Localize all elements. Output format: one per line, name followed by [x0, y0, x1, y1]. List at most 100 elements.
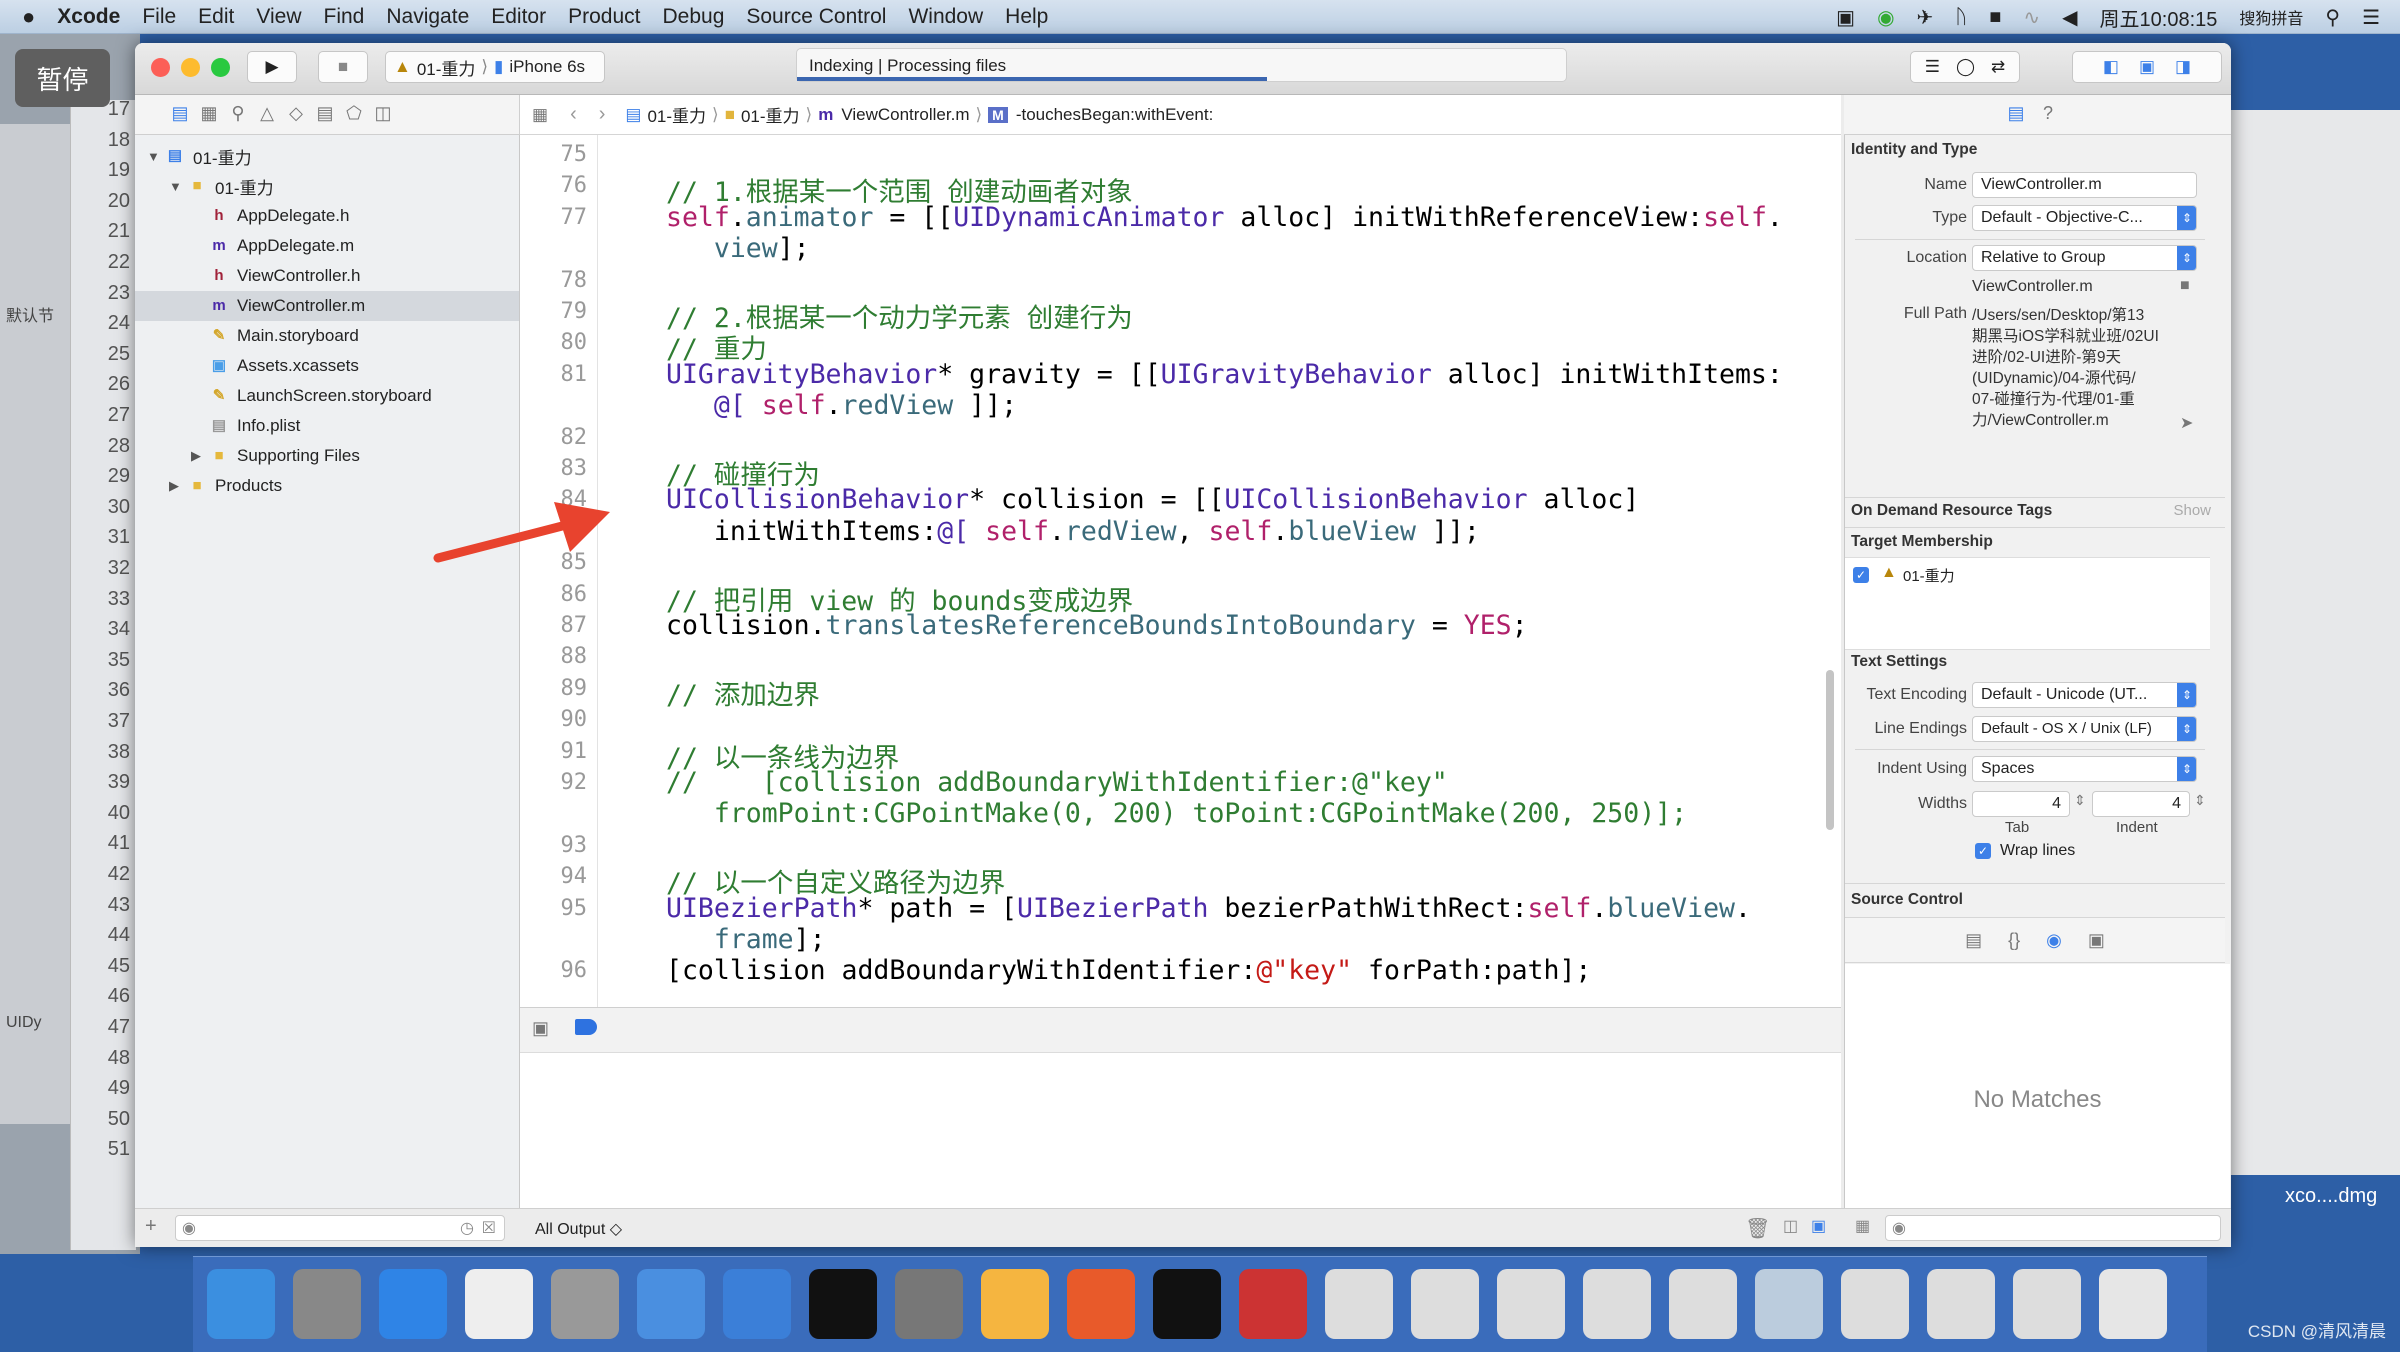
sketch-icon[interactable]: [981, 1269, 1049, 1339]
version-editor-icon[interactable]: ⇄: [1991, 57, 2005, 77]
input-method[interactable]: 搜狗拼音: [2239, 5, 2303, 29]
screenshot-icon[interactable]: [2013, 1269, 2081, 1339]
lock-icon[interactable]: ■: [1989, 6, 2001, 29]
disclosure-triangle-icon[interactable]: ▼: [147, 149, 165, 164]
toggle-utilities-icon[interactable]: ◨: [2175, 57, 2191, 77]
video-app-icon[interactable]: [551, 1269, 619, 1339]
source-editor[interactable]: 75 76 77 78 79 80 81 82 83 84 85 86 87 88 89 90 91 92 93 94…: [520, 135, 1841, 1007]
safari-icon[interactable]: [379, 1269, 447, 1339]
sync-icon[interactable]: ◉: [1877, 5, 1894, 30]
navigator-item[interactable]: ▼ ■ 01-重力: [135, 171, 519, 201]
show-button[interactable]: Show: [2173, 502, 2211, 519]
code-line[interactable]: view];: [666, 233, 810, 264]
report-navigator-icon[interactable]: ◫: [371, 103, 395, 127]
menu-editor[interactable]: Editor: [491, 5, 546, 29]
code-line[interactable]: // 添加边界: [666, 673, 820, 712]
navigator-item[interactable]: ▼ ▤ 01-重力: [135, 141, 519, 171]
menu-file[interactable]: File: [142, 5, 176, 29]
menu-edit[interactable]: Edit: [198, 5, 234, 29]
menu-debug[interactable]: Debug: [662, 5, 724, 29]
navigator-item[interactable]: h AppDelegate.h: [135, 201, 519, 231]
breadcrumb-project[interactable]: 01-重力: [647, 102, 706, 127]
navigator-item[interactable]: h ViewController.h: [135, 261, 519, 291]
recent-files-icon[interactable]: ◷: [460, 1218, 474, 1238]
navigator-item[interactable]: ▶ ■ Products: [135, 471, 519, 501]
code-line[interactable]: @[ self.redView ]];: [666, 390, 1017, 421]
navigator-item[interactable]: ✎ LaunchScreen.storyboard: [135, 381, 519, 411]
code-line[interactable]: self.animator = [[UIDynamicAnimator allo…: [666, 202, 1783, 233]
editor-scrollbar[interactable]: [1826, 670, 1834, 830]
menu-source-control[interactable]: Source Control: [746, 5, 886, 29]
code-line[interactable]: UIBezierPath* path = [UIBezierPath bezie…: [666, 893, 1751, 924]
trash-icon[interactable]: 🗑: [1745, 1216, 1770, 1241]
menu-view[interactable]: View: [256, 5, 301, 29]
console-app-icon[interactable]: [1153, 1269, 1221, 1339]
add-file-icon[interactable]: +: [145, 1215, 157, 1238]
code-line[interactable]: fromPoint:CGPointMake(0, 200) toPoint:CG…: [666, 798, 1687, 829]
line-endings-select[interactable]: Default - OS X / Unix (LF) ⇕: [1972, 716, 2197, 742]
quick-help-icon[interactable]: ?: [2036, 103, 2060, 127]
disclosure-triangle-icon[interactable]: ▼: [169, 179, 187, 194]
navigator-item[interactable]: m ViewController.m: [135, 291, 519, 321]
hide-debug-area-icon[interactable]: ▣: [532, 1018, 549, 1039]
split-console-icon[interactable]: ▣: [1811, 1216, 1826, 1236]
name-field[interactable]: ViewController.m: [1972, 172, 2197, 198]
symbol-navigator-icon[interactable]: ▦: [197, 103, 221, 127]
console-output[interactable]: [520, 1053, 1841, 1208]
menu-app[interactable]: Xcode: [57, 5, 120, 29]
target-checkbox[interactable]: ✓: [1853, 567, 1869, 583]
code-line[interactable]: collision.translatesReferenceBoundsIntoB…: [666, 610, 1528, 641]
indent-using-select[interactable]: Spaces ⇕: [1972, 756, 2197, 782]
wrap-lines-checkbox[interactable]: ✓: [1975, 843, 1991, 859]
code-line[interactable]: initWithItems:@[ self.redView, self.blue…: [666, 516, 1480, 547]
indent-width-field[interactable]: 4: [2092, 791, 2190, 817]
breadcrumb-group[interactable]: 01-重力: [741, 102, 800, 127]
menu-product[interactable]: Product: [568, 5, 640, 29]
screenshot-icon[interactable]: [1583, 1269, 1651, 1339]
zoom-button[interactable]: [211, 58, 230, 77]
test-navigator-icon[interactable]: ◇: [284, 103, 308, 127]
menu-navigate[interactable]: Navigate: [386, 5, 469, 29]
launchpad-icon[interactable]: [293, 1269, 361, 1339]
airplane-icon[interactable]: ✈: [1917, 5, 1934, 30]
finder-icon[interactable]: [207, 1269, 275, 1339]
screenshot-icon[interactable]: [1841, 1269, 1909, 1339]
navigator-item[interactable]: ▣ Assets.xcassets: [135, 351, 519, 381]
pause-badge[interactable]: 暂停: [15, 49, 110, 107]
screenshot-icon[interactable]: [1411, 1269, 1479, 1339]
encoding-select[interactable]: Default - Unicode (UT... ⇕: [1972, 682, 2197, 708]
back-button[interactable]: ‹: [570, 103, 577, 126]
xcode-icon[interactable]: [637, 1269, 705, 1339]
disclosure-triangle-icon[interactable]: ▶: [191, 448, 209, 464]
standard-editor-icon[interactable]: ☰: [1925, 57, 1940, 77]
desktop-file-label[interactable]: xco....dmg: [2285, 1185, 2377, 1208]
media-player-icon[interactable]: [1239, 1269, 1307, 1339]
file-template-icon[interactable]: ▤: [1965, 930, 1982, 951]
breadcrumb-method[interactable]: -touchesBegan:withEvent:: [1016, 105, 1214, 125]
location-select[interactable]: Relative to Group ⇕: [1972, 245, 2197, 271]
screen-record-icon[interactable]: ▣: [1836, 5, 1855, 30]
wifi-icon[interactable]: ∿: [2023, 5, 2040, 30]
assistant-editor-icon[interactable]: ◯: [1956, 57, 1975, 77]
scm-filter-icon[interactable]: ☒: [482, 1218, 496, 1238]
trash-icon[interactable]: [2099, 1269, 2167, 1339]
minimize-button[interactable]: [181, 58, 200, 77]
project-navigator-icon[interactable]: ▤: [168, 103, 192, 127]
close-button[interactable]: [151, 58, 170, 77]
volume-icon[interactable]: ◀: [2062, 5, 2077, 30]
clock[interactable]: 周五10:08:15: [2100, 3, 2218, 32]
find-navigator-icon[interactable]: ⚲: [226, 103, 250, 127]
tab-width-field[interactable]: 4: [1972, 791, 2070, 817]
spotlight-icon[interactable]: ⚲: [2325, 5, 2340, 30]
code-line[interactable]: [collision addBoundaryWithIdentifier:@"k…: [666, 955, 1591, 986]
file-inspector-icon[interactable]: ▤: [2004, 103, 2028, 127]
bluetooth-icon[interactable]: ᚢ: [1955, 6, 1967, 29]
code-snippet-icon[interactable]: {}: [2008, 930, 2020, 951]
screenshot-icon[interactable]: [1927, 1269, 1995, 1339]
mouse-app-icon[interactable]: [465, 1269, 533, 1339]
tab-width-stepper[interactable]: ⇕: [2074, 792, 2086, 809]
code-line[interactable]: UICollisionBehavior* collision = [[UICol…: [666, 484, 1639, 515]
indent-width-stepper[interactable]: ⇕: [2194, 792, 2206, 809]
screenshot-icon[interactable]: [1325, 1269, 1393, 1339]
navigator-item[interactable]: ▶ ■ Supporting Files: [135, 441, 519, 471]
